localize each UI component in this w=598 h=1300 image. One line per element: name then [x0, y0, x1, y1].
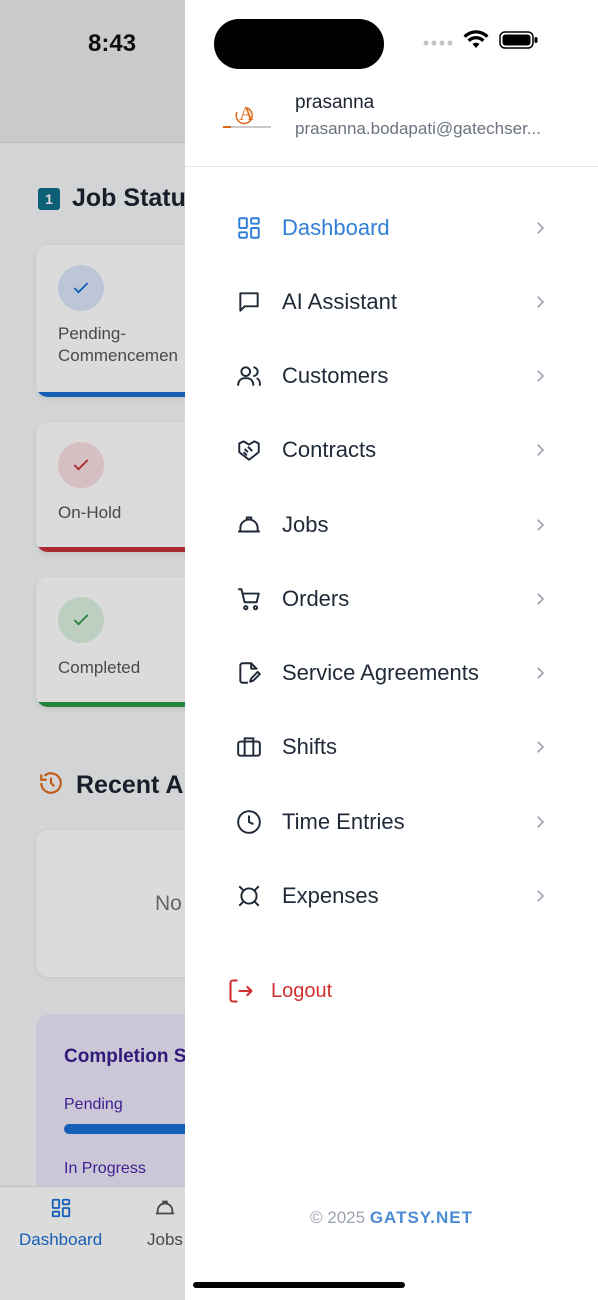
- chevron-right-icon: [537, 222, 545, 234]
- chevron-right-icon: [537, 816, 545, 828]
- menu-item-service-agreements[interactable]: Service Agreements: [185, 643, 598, 703]
- copyright-text: © 2025: [310, 1208, 366, 1227]
- chevron-right-icon: [537, 741, 545, 753]
- grid-icon: [235, 214, 263, 242]
- menu-item-shifts[interactable]: Shifts: [185, 717, 598, 777]
- user-profile-header[interactable]: A prasanna prasanna.bodapati@gatechser..…: [185, 80, 598, 167]
- signal-icon: [423, 34, 453, 52]
- cart-icon: [235, 585, 263, 613]
- menu-item-orders[interactable]: Orders: [185, 569, 598, 629]
- chevron-right-icon: [537, 667, 545, 679]
- menu-item-label: Service Agreements: [282, 660, 479, 685]
- navigation-drawer: A prasanna prasanna.bodapati@gatechser..…: [185, 0, 598, 1300]
- menu-item-label: AI Assistant: [282, 289, 397, 314]
- logout-icon: [229, 979, 253, 1003]
- menu-item-time-entries[interactable]: Time Entries: [185, 792, 598, 852]
- home-indicator[interactable]: [193, 1282, 405, 1288]
- briefcase-icon: [235, 733, 263, 761]
- system-status-icons: [423, 30, 539, 55]
- chevron-right-icon: [537, 296, 545, 308]
- document-edit-icon: [235, 659, 263, 687]
- menu-item-ai-assistant[interactable]: AI Assistant: [185, 272, 598, 332]
- user-email: prasanna.bodapati@gatechser...: [295, 119, 541, 138]
- users-icon: [235, 362, 263, 390]
- chevron-right-icon: [537, 890, 545, 902]
- menu-item-label: Orders: [282, 586, 350, 611]
- hardhat-icon: [235, 511, 263, 539]
- menu-item-jobs[interactable]: Jobs: [185, 495, 598, 555]
- logout-label: Logout: [271, 979, 333, 1002]
- battery-icon: [499, 30, 539, 55]
- chat-icon: [235, 288, 263, 316]
- chevron-right-icon: [537, 444, 545, 456]
- wifi-icon: [463, 30, 489, 55]
- brand-link[interactable]: GATSY.NET: [370, 1208, 473, 1227]
- menu-item-label: Time Entries: [282, 809, 405, 834]
- menu-item-expenses[interactable]: Expenses: [185, 866, 598, 926]
- handshake-icon: [235, 436, 263, 464]
- footer: © 2025 GATSY.NET: [185, 1208, 598, 1228]
- chevron-right-icon: [537, 370, 545, 382]
- company-logo: A: [221, 100, 273, 134]
- clock-icon: [235, 808, 263, 836]
- menu-item-label: Jobs: [282, 512, 329, 537]
- menu-item-customers[interactable]: Customers: [185, 346, 598, 406]
- user-name: prasanna: [295, 92, 375, 113]
- menu-item-label: Dashboard: [282, 215, 390, 240]
- menu-item-dashboard[interactable]: Dashboard: [185, 198, 598, 258]
- menu-item-label: Shifts: [282, 734, 338, 759]
- menu-item-label: Contracts: [282, 437, 377, 462]
- menu-item-label: Customers: [282, 363, 389, 388]
- chevron-right-icon: [537, 593, 545, 605]
- dynamic-island: [214, 19, 384, 69]
- currency-icon: [235, 882, 263, 910]
- logout-button[interactable]: Logout: [185, 963, 598, 1019]
- chevron-right-icon: [537, 519, 545, 531]
- menu-item-label: Expenses: [282, 883, 379, 908]
- menu-item-contracts[interactable]: Contracts: [185, 420, 598, 480]
